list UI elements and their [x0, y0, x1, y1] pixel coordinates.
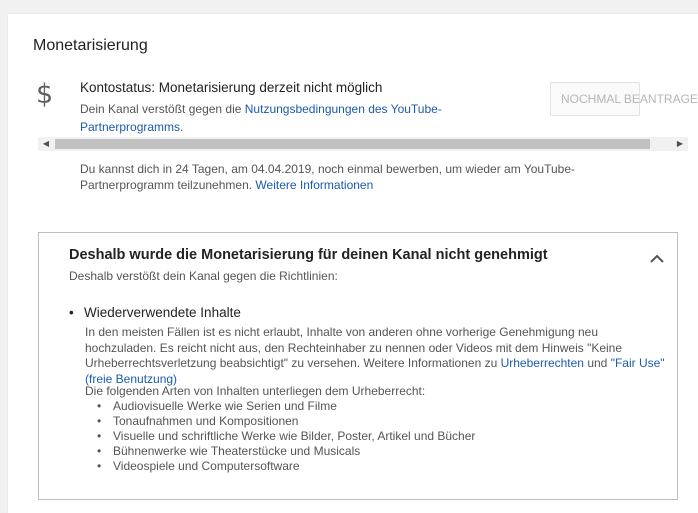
chevron-up-icon[interactable]: [647, 249, 667, 269]
page-title: Monetarisierung: [33, 37, 148, 54]
rejection-reasons-panel: Deshalb wurde die Monetarisierung für de…: [38, 232, 678, 500]
content-types-intro: Die folgenden Arten von Inhalten unterli…: [85, 384, 426, 398]
more-info-link[interactable]: Weitere Informationen: [255, 178, 373, 192]
list-item: Bühnenwerke wie Theaterstücke und Musica…: [97, 444, 475, 459]
bullet-icon: •: [69, 305, 74, 320]
scroll-right-arrow-icon[interactable]: ▶: [672, 137, 688, 151]
scroll-left-arrow-icon[interactable]: ◀: [38, 137, 54, 151]
monetization-card: Monetarisierung $ Kontostatus: Monetaris…: [8, 14, 698, 513]
status-desc-prefix: Dein Kanal verstößt gegen die: [80, 102, 245, 116]
list-item: Audiovisuelle Werke wie Serien und Filme: [97, 399, 475, 414]
panel-title: Deshalb wurde die Monetarisierung für de…: [69, 247, 548, 263]
scrollbar-thumb[interactable]: [55, 139, 650, 149]
status-desc-suffix: .: [180, 120, 184, 134]
reason-title: • Wiederverwendete Inhalte: [69, 305, 241, 320]
horizontal-scrollbar[interactable]: ◀ ▶: [38, 137, 688, 151]
reapply-button[interactable]: NOCHMAL BEANTRAGEN: [550, 82, 698, 116]
list-item: Tonaufnahmen und Kompositionen: [97, 414, 475, 429]
account-status-description: Dein Kanal verstößt gegen die Nutzungsbe…: [80, 100, 500, 136]
content-types-list: Audiovisuelle Werke wie Serien und Filme…: [97, 399, 475, 474]
reason-and-text: und: [583, 356, 611, 370]
panel-subtitle: Deshalb verstößt dein Kanal gegen die Ri…: [69, 269, 338, 283]
list-item: Visuelle und schriftliche Werke wie Bild…: [97, 429, 475, 444]
copyright-link[interactable]: Urheberrechten: [501, 356, 584, 370]
reason-title-text: Wiederverwendete Inhalte: [84, 305, 241, 320]
account-status-title: Kontostatus: Monetarisierung derzeit nic…: [80, 80, 383, 95]
list-item: Videospiele und Computersoftware: [97, 459, 475, 474]
reason-description: In den meisten Fällen ist es nicht erlau…: [85, 325, 665, 387]
reapply-info: Du kannst dich in 24 Tagen, am 04.04.201…: [80, 161, 630, 193]
dollar-icon: $: [36, 79, 54, 110]
